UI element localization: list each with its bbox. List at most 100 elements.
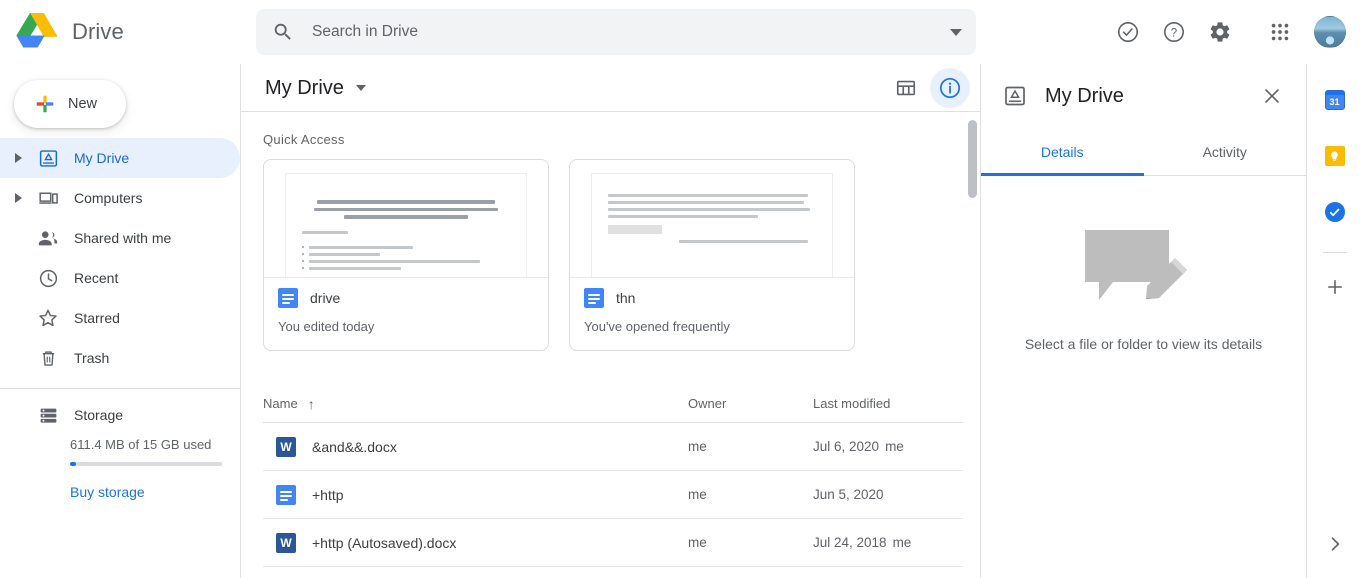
column-header-last-modified[interactable]: Last modified xyxy=(813,396,963,411)
row-modified-by: me xyxy=(892,535,912,550)
quick-access-title: Quick Access xyxy=(263,132,345,147)
row-owner: me xyxy=(688,487,707,502)
main-toolbar: My Drive xyxy=(241,64,980,112)
expand-triangle-icon[interactable] xyxy=(6,193,30,203)
sidebar-item-label: Trash xyxy=(74,350,110,366)
scrollbar-thumb[interactable] xyxy=(968,120,977,198)
apps-grid-icon[interactable] xyxy=(1260,12,1300,52)
sidebar-item-label: Starred xyxy=(74,310,120,326)
expand-panel-chevron-right-icon[interactable] xyxy=(1315,524,1355,564)
search-container xyxy=(256,9,976,55)
expand-triangle-icon[interactable] xyxy=(6,153,30,163)
sidebar-item-label: Recent xyxy=(74,270,119,286)
sidebar-divider xyxy=(0,388,240,389)
computers-icon xyxy=(30,188,66,209)
storage-label: Storage xyxy=(74,407,124,423)
clock-icon xyxy=(30,268,66,289)
sidebar-item-label: My Drive xyxy=(74,150,130,166)
add-addon-plus-icon[interactable] xyxy=(1315,267,1355,307)
storage-progress-bar xyxy=(70,462,222,466)
buy-storage-link[interactable]: Buy storage xyxy=(70,484,145,500)
card-thumbnail xyxy=(570,160,854,278)
sidebar-nav: My Drive Computers Shared with me Recent… xyxy=(0,138,240,378)
row-modified-date: Jun 5, 2020 xyxy=(813,487,884,502)
storage-icon xyxy=(30,405,66,426)
google-drive-app: Drive ? xyxy=(0,0,1362,578)
sidebar-item-computers[interactable]: Computers xyxy=(0,178,240,218)
google-docs-icon xyxy=(276,484,296,505)
card-meta: drive You edited today xyxy=(264,278,548,334)
storage-progress-fill xyxy=(70,462,77,466)
sidebar-item-storage[interactable]: Storage xyxy=(0,395,240,435)
quick-access-card[interactable]: thn You've opened frequently xyxy=(569,159,855,351)
tab-activity[interactable]: Activity xyxy=(1144,128,1307,175)
table-row[interactable]: W +http (Autosaved).docx me Jul 24, 2018… xyxy=(263,519,963,567)
trash-icon xyxy=(30,348,66,369)
details-tabs: Details Activity xyxy=(981,128,1306,176)
row-last-modified: Jun 5, 2020 xyxy=(813,487,963,502)
google-docs-icon xyxy=(278,288,298,308)
card-file-name: drive xyxy=(310,290,341,306)
main-content: My Drive Quick Access drive You edited t… xyxy=(240,64,980,578)
search-input[interactable] xyxy=(312,23,932,41)
row-modified-by: me xyxy=(885,439,904,454)
page-title: My Drive xyxy=(265,76,344,99)
breadcrumb-caret-down-icon[interactable] xyxy=(355,85,366,91)
google-calendar-icon[interactable]: 31 xyxy=(1315,80,1355,120)
top-bar: Drive ? xyxy=(0,0,1362,64)
files-scroll-area: Quick Access drive You edited today thn … xyxy=(241,112,980,578)
help-icon[interactable]: ? xyxy=(1154,12,1194,52)
google-keep-icon[interactable] xyxy=(1315,136,1355,176)
word-doc-icon: W xyxy=(276,532,296,553)
support-check-icon[interactable] xyxy=(1108,12,1148,52)
sidebar-item-label: Computers xyxy=(74,190,143,206)
sidebar-item-my-drive[interactable]: My Drive xyxy=(0,138,240,178)
details-title: My Drive xyxy=(1045,84,1124,107)
search-icon xyxy=(274,23,291,40)
sidebar-item-recent[interactable]: Recent xyxy=(0,258,240,298)
breadcrumb[interactable]: My Drive xyxy=(263,73,374,104)
sidebar-item-shared-with-me[interactable]: Shared with me xyxy=(0,218,240,258)
sidebar-item-trash[interactable]: Trash xyxy=(0,338,240,378)
settings-gear-icon[interactable] xyxy=(1200,12,1240,52)
tab-details[interactable]: Details xyxy=(981,128,1144,176)
storage-usage-text: 611.4 MB of 15 GB used xyxy=(70,437,212,452)
sidebar: New My Drive Computers Shared with me Re… xyxy=(0,64,240,578)
avatar[interactable] xyxy=(1314,16,1346,48)
row-owner: me xyxy=(688,439,707,454)
row-modified-date: Jul 24, 2018 xyxy=(813,535,887,550)
card-subtitle: You've opened frequently xyxy=(584,319,730,334)
search-options-caret-down-icon[interactable] xyxy=(950,28,962,36)
row-file-name: +http xyxy=(312,486,344,503)
files-table: Name ↑ Owner Last modified W &and&&.docx… xyxy=(263,385,963,567)
plus-icon xyxy=(36,95,54,113)
close-icon[interactable] xyxy=(1252,76,1292,116)
column-label: Name xyxy=(263,396,298,411)
quick-access-card[interactable]: drive You edited today xyxy=(263,159,549,351)
column-header-owner[interactable]: Owner xyxy=(688,396,813,411)
empty-state-text: Select a file or folder to view its deta… xyxy=(1024,336,1263,352)
row-last-modified: Jul 6, 2020 me xyxy=(813,439,963,454)
svg-text:?: ? xyxy=(1171,28,1177,40)
google-tasks-icon[interactable] xyxy=(1315,192,1355,232)
details-panel: My Drive Details Activity Select a file … xyxy=(980,64,1306,578)
table-row[interactable]: +http me Jun 5, 2020 xyxy=(263,471,963,519)
word-doc-icon: W xyxy=(276,436,296,457)
table-row[interactable]: W &and&&.docx me Jul 6, 2020 me xyxy=(263,423,963,471)
table-header: Name ↑ Owner Last modified xyxy=(263,385,963,423)
right-side-rail: 31 xyxy=(1306,64,1362,578)
sidebar-item-starred[interactable]: Starred xyxy=(0,298,240,338)
info-circle-icon[interactable] xyxy=(930,68,970,108)
search-bar[interactable] xyxy=(256,9,976,55)
grid-view-icon[interactable] xyxy=(886,68,926,108)
details-empty-state: Select a file or folder to view its deta… xyxy=(981,224,1306,352)
quick-access-cards: drive You edited today thn You've opened… xyxy=(263,159,980,351)
my-drive-icon xyxy=(1003,84,1027,108)
column-header-name[interactable]: Name ↑ xyxy=(263,396,688,412)
document-preview xyxy=(286,174,526,277)
document-preview xyxy=(592,174,832,277)
brand[interactable]: Drive xyxy=(0,13,250,51)
brand-title: Drive xyxy=(72,19,124,44)
vertical-scrollbar[interactable] xyxy=(968,112,978,578)
new-button[interactable]: New xyxy=(14,80,126,128)
